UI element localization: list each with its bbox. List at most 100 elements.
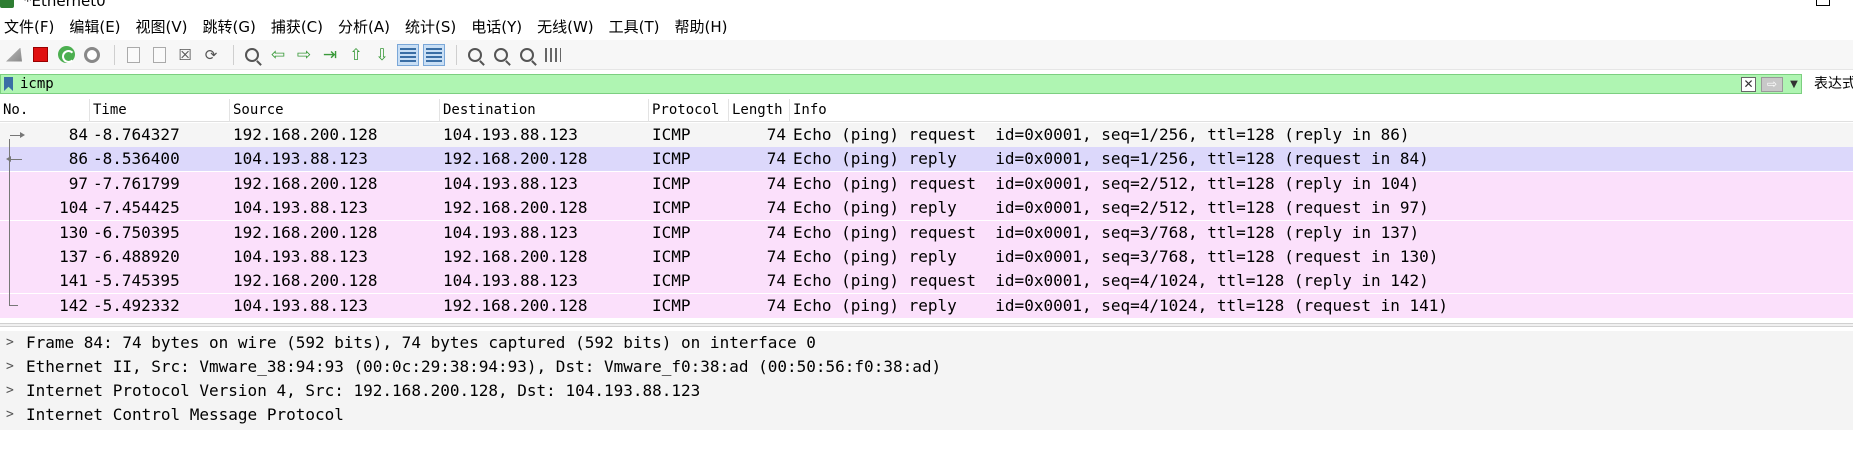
menu-help[interactable]: 帮助(H) bbox=[675, 16, 728, 37]
chevron-right-icon[interactable]: > bbox=[6, 403, 16, 427]
start-capture-icon[interactable] bbox=[3, 44, 25, 66]
toolbar-separator bbox=[456, 44, 457, 65]
detail-text: Internet Protocol Version 4, Src: 192.16… bbox=[26, 381, 701, 400]
display-filter-bar: icmp ✕ ⇨ ▼ 表达式 bbox=[0, 71, 1853, 98]
table-row[interactable]: 84 -8.764327 192.168.200.128 104.193.88.123… bbox=[0, 123, 1853, 147]
menu-tools[interactable]: 工具(T) bbox=[609, 16, 660, 37]
packet-destination: 104.193.88.123 bbox=[443, 173, 578, 193]
table-row[interactable]: 142 -5.492332 104.193.88.123 192.168.200.12… bbox=[0, 293, 1853, 318]
save-file-icon[interactable] bbox=[148, 44, 170, 66]
filter-history-chevron-down-icon[interactable]: ▼ bbox=[1788, 77, 1800, 92]
packet-info: Echo (ping) request id=0x0001, seq=3/768… bbox=[793, 222, 1420, 242]
reload-file-icon[interactable]: ⟳ bbox=[200, 44, 222, 66]
packet-length: 74 bbox=[766, 173, 786, 193]
table-row[interactable]: 86 -8.536400 104.193.88.123 192.168.200.128… bbox=[0, 147, 1853, 172]
column-header-length[interactable]: Length bbox=[729, 99, 790, 122]
packet-protocol: ICMP bbox=[652, 247, 691, 266]
expression-button[interactable]: 表达式 bbox=[1814, 75, 1853, 93]
packet-length: 74 bbox=[766, 149, 786, 169]
related-packets-line bbox=[9, 139, 10, 306]
menu-statistics[interactable]: 统计(S) bbox=[405, 16, 456, 37]
packet-destination: 104.193.88.123 bbox=[443, 125, 578, 144]
packet-protocol: ICMP bbox=[652, 271, 691, 291]
capture-options-icon[interactable] bbox=[81, 44, 103, 66]
menu-go[interactable]: 跳转(G) bbox=[203, 16, 256, 37]
detail-row-icmp[interactable]: > Internet Control Message Protocol bbox=[0, 403, 1853, 427]
normal-size-icon[interactable] bbox=[516, 44, 538, 66]
open-file-icon[interactable] bbox=[122, 44, 144, 66]
menu-capture[interactable]: 捕获(C) bbox=[271, 16, 323, 37]
packet-length: 74 bbox=[766, 247, 786, 266]
packet-info: Echo (ping) request id=0x0001, seq=4/102… bbox=[793, 271, 1429, 291]
menu-view[interactable]: 视图(V) bbox=[136, 16, 188, 37]
go-back-icon[interactable]: ⇦ bbox=[267, 44, 289, 66]
toolbar-separator bbox=[233, 44, 234, 65]
go-forward-icon[interactable]: ⇨ bbox=[293, 44, 315, 66]
packet-time: -8.536400 bbox=[93, 149, 180, 169]
column-header-destination[interactable]: Destination bbox=[440, 99, 649, 122]
last-packet-icon[interactable]: ⇩ bbox=[371, 44, 393, 66]
toolbar-separator bbox=[114, 44, 115, 65]
auto-scroll-icon[interactable] bbox=[397, 43, 419, 66]
chevron-right-icon[interactable]: > bbox=[6, 355, 16, 379]
display-filter-input[interactable]: icmp ✕ ⇨ ▼ bbox=[0, 74, 1802, 94]
menu-analyze[interactable]: 分析(A) bbox=[338, 16, 390, 37]
request-arrow-icon bbox=[10, 132, 25, 138]
detail-row-ethernet[interactable]: > Ethernet II, Src: Vmware_38:94:93 (00:… bbox=[0, 355, 1853, 379]
menu-file[interactable]: 文件(F) bbox=[4, 16, 54, 37]
packet-no: 97 bbox=[68, 173, 88, 193]
column-header-time[interactable]: Time bbox=[90, 99, 230, 122]
minimize-icon[interactable] bbox=[1763, 0, 1777, 6]
packet-time: -8.764327 bbox=[93, 125, 180, 144]
packet-source: 192.168.200.128 bbox=[233, 222, 378, 242]
table-row[interactable]: 130 -6.750395 192.168.200.128 104.193.88.12… bbox=[0, 220, 1853, 245]
column-header-info[interactable]: Info bbox=[790, 99, 1853, 122]
table-row[interactable]: 97 -7.761799 192.168.200.128 104.193.88.123… bbox=[0, 171, 1853, 196]
menu-edit[interactable]: 编辑(E) bbox=[69, 16, 120, 37]
first-packet-icon[interactable]: ⇧ bbox=[345, 44, 367, 66]
packet-time: -5.745395 bbox=[93, 271, 180, 291]
close-file-icon[interactable]: ☒ bbox=[174, 44, 196, 66]
pane-splitter[interactable] bbox=[0, 323, 1853, 327]
wireshark-app-icon bbox=[0, 0, 14, 8]
packet-length: 74 bbox=[766, 271, 786, 291]
zoom-in-icon[interactable] bbox=[464, 44, 486, 66]
packet-source: 104.193.88.123 bbox=[233, 149, 368, 169]
go-to-packet-icon[interactable]: ⇥ bbox=[319, 44, 341, 66]
maximize-icon[interactable] bbox=[1816, 0, 1830, 6]
detail-text: Internet Control Message Protocol bbox=[26, 405, 344, 424]
apply-filter-icon[interactable]: ⇨ bbox=[1761, 77, 1783, 92]
column-header-no[interactable]: No. bbox=[0, 99, 90, 122]
packet-time: -7.761799 bbox=[93, 173, 180, 193]
colorize-icon[interactable] bbox=[423, 43, 445, 66]
filter-bookmark-icon[interactable] bbox=[4, 77, 13, 91]
stop-capture-icon[interactable] bbox=[29, 44, 51, 66]
chevron-right-icon[interactable]: > bbox=[6, 331, 16, 355]
packet-length: 74 bbox=[766, 125, 786, 144]
menu-telephony[interactable]: 电话(Y) bbox=[471, 16, 522, 37]
table-row[interactable]: 104 -7.454425 104.193.88.123 192.168.200.12… bbox=[0, 196, 1853, 221]
detail-row-frame[interactable]: > Frame 84: 74 bytes on wire (592 bits),… bbox=[0, 331, 1853, 355]
packet-time: -5.492332 bbox=[93, 295, 180, 315]
menu-wireless[interactable]: 无线(W) bbox=[537, 16, 594, 37]
table-row[interactable]: 137 -6.488920 104.193.88.123 192.168.200.12… bbox=[0, 245, 1853, 269]
restart-capture-icon[interactable] bbox=[55, 44, 77, 66]
packet-no: 141 bbox=[59, 271, 88, 291]
find-packet-icon[interactable] bbox=[241, 44, 263, 66]
packet-destination: 192.168.200.128 bbox=[443, 149, 588, 169]
chevron-right-icon[interactable]: > bbox=[6, 379, 16, 403]
packet-no: 137 bbox=[59, 247, 88, 266]
zoom-out-icon[interactable] bbox=[490, 44, 512, 66]
packet-source: 192.168.200.128 bbox=[233, 125, 378, 144]
detail-row-ipv4[interactable]: > Internet Protocol Version 4, Src: 192.… bbox=[0, 379, 1853, 403]
table-row[interactable]: 141 -5.745395 192.168.200.128 104.193.88.12… bbox=[0, 269, 1853, 294]
packet-no: 104 bbox=[59, 198, 88, 218]
clear-filter-icon[interactable]: ✕ bbox=[1741, 77, 1756, 92]
column-header-protocol[interactable]: Protocol bbox=[649, 99, 729, 122]
display-filter-value[interactable]: icmp bbox=[20, 75, 54, 93]
column-header-source[interactable]: Source bbox=[230, 99, 440, 122]
packet-source: 192.168.200.128 bbox=[233, 271, 378, 291]
packet-info: Echo (ping) reply id=0x0001, seq=3/768, … bbox=[793, 247, 1439, 266]
packet-time: -6.488920 bbox=[93, 247, 180, 266]
resize-columns-icon[interactable] bbox=[542, 44, 564, 66]
